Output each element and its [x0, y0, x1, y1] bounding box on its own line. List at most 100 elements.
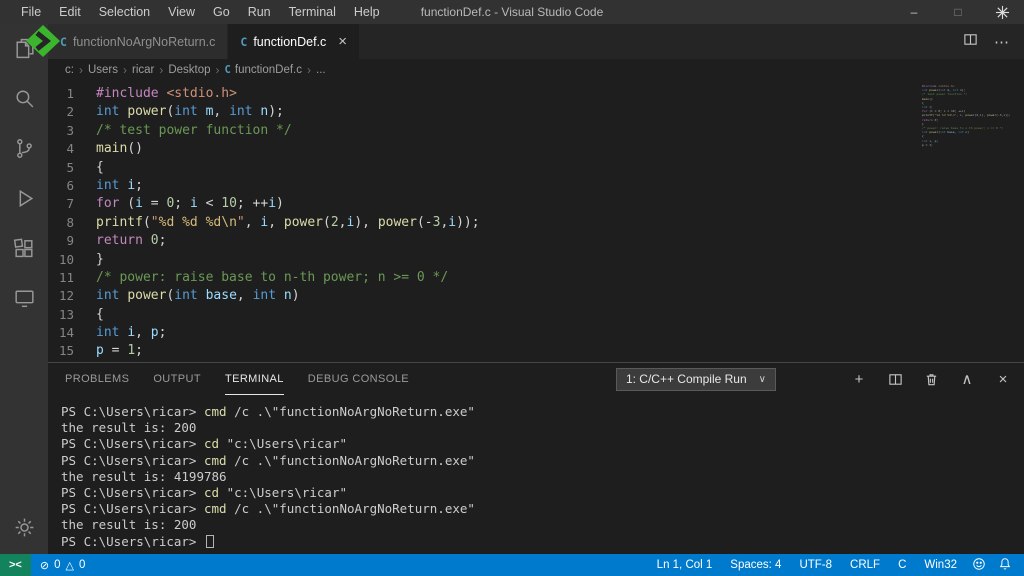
menu-bar: File Edit Selection View Go Run Terminal Help — [0, 0, 389, 24]
panel-tab-terminal[interactable]: TERMINAL — [224, 363, 284, 395]
search-icon[interactable] — [12, 86, 37, 111]
terminal-line: the result is: 200 — [61, 420, 197, 436]
watermark-logo — [25, 24, 61, 63]
status-spaces-4[interactable]: Spaces: 4 — [721, 559, 790, 571]
window-controls: – □ — [892, 0, 1024, 24]
status-crlf[interactable]: CRLF — [841, 559, 889, 571]
code-line: 13 { — [48, 306, 1024, 324]
tab-close-icon[interactable]: × — [338, 33, 347, 50]
status-c[interactable]: C — [889, 559, 915, 571]
activity-bar — [0, 24, 48, 554]
line-number: 2 — [66, 104, 74, 120]
source-control-icon[interactable] — [12, 136, 37, 161]
warning-icon: △ — [65, 559, 74, 572]
remote-explorer-icon[interactable] — [12, 286, 37, 311]
notifications-bell-icon[interactable] — [998, 557, 1012, 574]
editor-actions: ⋯ — [963, 24, 1024, 59]
line-number: 13 — [58, 306, 74, 322]
bottom-panel: PROBLEMS OUTPUT TERMINAL DEBUG CONSOLE 1: C… — [48, 362, 1024, 554]
status-right-items: Ln 1, Col 1 Spaces: 4 UTF-8 CRLF C Win32 — [648, 559, 966, 571]
terminal-picker-dropdown[interactable]: 1: C/C++ Compile Run ∨ — [615, 367, 776, 391]
terminal-line: the result is: 200 — [61, 517, 197, 533]
maximize-panel-icon[interactable]: ∧ — [958, 370, 976, 388]
maximize-button[interactable]: □ — [936, 0, 980, 24]
code-text: #include <stdio.h> — [96, 86, 237, 101]
extensions-icon[interactable] — [12, 236, 37, 261]
tab-label: functionNoArgNoReturn.c — [72, 34, 216, 49]
terminal-line: PS C:\Users\ricar> — [61, 534, 1024, 550]
status-win32[interactable]: Win32 — [915, 559, 966, 571]
split-editor-icon[interactable] — [963, 32, 978, 52]
tab-bar: CfunctionNoArgNoReturn.c CfunctionDef.c × … — [48, 24, 1024, 59]
status-ln-1-col-1[interactable]: Ln 1, Col 1 — [648, 559, 722, 571]
menu-file[interactable]: File — [12, 0, 50, 24]
menu-terminal[interactable]: Terminal — [280, 0, 345, 24]
breadcrumb-item-functiondef-c[interactable]: CfunctionDef.c — [225, 64, 302, 76]
code-line: 9 return 0; — [48, 232, 1024, 250]
main-area: CfunctionNoArgNoReturn.c CfunctionDef.c × … — [0, 24, 1024, 554]
breadcrumb-item-users[interactable]: Users — [88, 64, 118, 76]
chevron-right-icon: › — [215, 63, 220, 77]
menu-run[interactable]: Run — [239, 0, 280, 24]
minimap-content: #include <stdio.h> int power(int m, int n… — [922, 84, 1012, 147]
panel-header: PROBLEMS OUTPUT TERMINAL DEBUG CONSOLE 1: C… — [48, 363, 1024, 395]
menu-go[interactable]: Go — [204, 0, 239, 24]
remote-icon: >< — [9, 559, 22, 571]
minimize-button[interactable]: – — [892, 0, 936, 24]
code-editor[interactable]: 1 #include <stdio.h> 2 int power(int m, int… — [48, 81, 1024, 362]
more-actions-icon[interactable]: ⋯ — [994, 33, 1010, 51]
vscode-window: File Edit Selection View Go Run Terminal Help f… — [0, 0, 1024, 576]
line-number: 5 — [66, 159, 74, 175]
line-number: 11 — [58, 269, 74, 285]
code-line: 15 p = 1; — [48, 342, 1024, 360]
code-line: 11 /* power: raise base to n-th power; n … — [48, 269, 1024, 287]
menu-view[interactable]: View — [159, 0, 204, 24]
terminal-output[interactable]: PS C:\Users\ricar> cmd /c .\"functionNoA… — [48, 395, 1024, 554]
split-terminal-icon[interactable] — [886, 370, 904, 388]
tab-strip: CfunctionNoArgNoReturn.c CfunctionDef.c × — [48, 24, 361, 59]
panel-tab-problems[interactable]: PROBLEMS — [65, 363, 129, 395]
panel-tab-output[interactable]: OUTPUT — [153, 363, 201, 395]
chevron-right-icon: › — [78, 63, 83, 77]
terminal-cursor — [206, 534, 214, 548]
chevron-down-icon: ∨ — [758, 373, 766, 385]
minimap-line: p = 1; — [922, 142, 933, 147]
c-file-icon: C — [240, 34, 248, 49]
error-count: 0 — [54, 559, 61, 571]
code-line: 8 printf("%d %d %d\n", i, power(2,i), pow… — [48, 214, 1024, 232]
line-number: 12 — [58, 288, 74, 304]
menu-edit[interactable]: Edit — [50, 0, 90, 24]
close-panel-icon[interactable]: × — [994, 370, 1012, 388]
tab-functiondef-c[interactable]: CfunctionDef.c × — [228, 24, 361, 59]
breadcrumb-item-c[interactable]: c: — [65, 64, 74, 76]
status-icons — [966, 557, 1024, 574]
code-line: 2 int power(int m, int n); — [48, 103, 1024, 121]
tab-label: functionDef.c — [253, 34, 327, 49]
status-utf-8[interactable]: UTF-8 — [790, 559, 841, 571]
breadcrumb-item-more[interactable]: ... — [316, 64, 326, 76]
tab-functionnoargnoreturn-c[interactable]: CfunctionNoArgNoReturn.c — [48, 24, 229, 59]
code-text: for (i = 0; i < 10; ++i) — [96, 196, 284, 212]
breadcrumb-item-desktop[interactable]: Desktop — [168, 64, 210, 76]
breadcrumb-item-ricar[interactable]: ricar — [132, 64, 154, 76]
panel-actions: 1: C/C++ Compile Run ∨ + ∧ × — [615, 367, 1012, 391]
menu-help[interactable]: Help — [345, 0, 389, 24]
panel-tab-debug-console[interactable]: DEBUG CONSOLE — [308, 363, 409, 395]
line-number: 9 — [66, 233, 74, 249]
problems-indicator[interactable]: ⊘ 0 △ 0 — [31, 559, 95, 572]
editor-column: CfunctionNoArgNoReturn.c CfunctionDef.c × … — [48, 24, 1024, 554]
kill-terminal-icon[interactable] — [922, 370, 940, 388]
status-right: Ln 1, Col 1 Spaces: 4 UTF-8 CRLF C Win32 — [648, 557, 1024, 574]
breadcrumb: c: › Users › ricar › Desktop › CfunctionDef.c ›..… — [48, 59, 1024, 81]
settings-gear-icon[interactable] — [12, 515, 37, 540]
menu-selection[interactable]: Selection — [90, 0, 159, 24]
c-file-icon: C — [224, 64, 231, 76]
code-text: int i, p; — [96, 325, 167, 341]
run-debug-icon[interactable] — [12, 186, 37, 211]
panel-tab-strip: PROBLEMS OUTPUT TERMINAL DEBUG CONSOLE — [65, 363, 433, 395]
minimap[interactable]: #include <stdio.h> int power(int m, int n… — [922, 84, 1012, 147]
code-line: 5{ — [48, 159, 1024, 177]
new-terminal-icon[interactable]: + — [850, 370, 868, 388]
feedback-icon[interactable] — [972, 557, 986, 574]
remote-indicator[interactable]: >< — [0, 554, 31, 576]
